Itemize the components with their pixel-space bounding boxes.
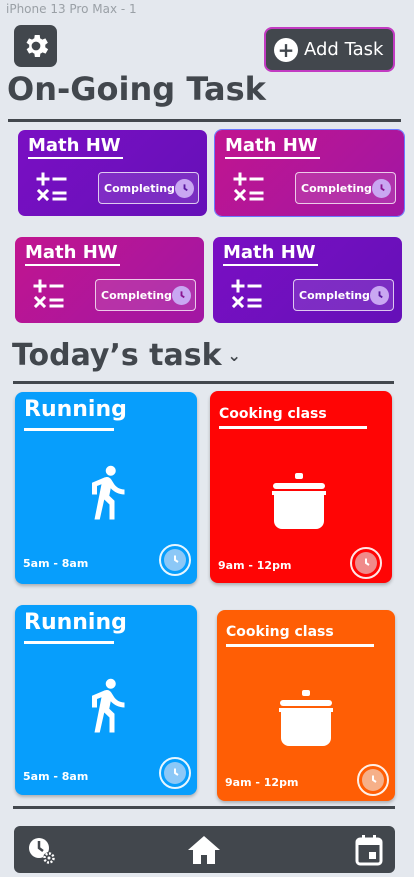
today-divider (13, 381, 394, 384)
nav-clock-settings[interactable] (24, 832, 60, 868)
math-operators-icon (233, 172, 264, 202)
task-time: 5am - 8am (23, 770, 89, 783)
task-time: 9am - 12pm (225, 776, 299, 789)
task-title: Running (24, 610, 127, 635)
ongoing-section-title: On-Going Task (7, 70, 266, 108)
chevron-down-icon: ⌄ (227, 346, 241, 365)
ongoing-divider (8, 119, 401, 122)
task-title: Cooking class (219, 406, 327, 422)
status-label: Completing (301, 181, 372, 195)
title-underline (225, 157, 320, 159)
task-title: Math HW (25, 242, 118, 263)
task-title: Math HW (223, 242, 316, 263)
status-label: Completing (104, 181, 175, 195)
math-operators-icon (36, 172, 67, 202)
task-title: Running (24, 397, 127, 422)
running-person-icon (92, 465, 125, 520)
add-task-label: Add Task (304, 39, 384, 60)
ongoing-task-card[interactable]: Math HW Completing (213, 237, 402, 323)
title-underline (24, 428, 114, 431)
clock-settings-icon (29, 838, 55, 864)
title-underline (226, 644, 374, 647)
clock-icon[interactable] (159, 757, 191, 789)
title-underline (24, 641, 114, 644)
today-task-card[interactable]: Cooking class 9am - 12pm (210, 391, 392, 583)
status-badge[interactable]: Completing (98, 172, 199, 204)
gear-icon (26, 35, 48, 57)
plus-circle-icon: + (274, 37, 298, 62)
math-operators-icon (231, 279, 262, 309)
task-title: Cooking class (226, 624, 334, 640)
task-time: 9am - 12pm (218, 559, 292, 572)
frame-label: iPhone 13 Pro Max - 1 (6, 2, 137, 16)
clock-icon[interactable] (350, 547, 382, 579)
today-task-card[interactable]: Running 5am - 8am (15, 605, 197, 795)
status-badge[interactable]: Completing (293, 279, 394, 311)
clock-icon[interactable] (357, 764, 389, 796)
task-time: 5am - 8am (23, 557, 89, 570)
clock-icon (370, 285, 389, 305)
clock-icon (372, 178, 391, 198)
task-title: Math HW (225, 135, 318, 156)
cooking-pot-icon (272, 473, 326, 529)
title-underline (219, 426, 367, 429)
nav-calendar[interactable] (351, 832, 387, 868)
clock-icon (175, 178, 194, 198)
bottom-divider (13, 806, 395, 809)
title-underline (28, 157, 123, 159)
today-title-label: Today’s task (12, 338, 222, 373)
ongoing-task-card[interactable]: Math HW Completing (18, 130, 207, 216)
running-person-icon (92, 678, 125, 733)
today-task-card[interactable]: Cooking class 9am - 12pm (217, 610, 395, 801)
home-icon (188, 836, 220, 864)
status-label: Completing (101, 288, 172, 302)
ongoing-task-card[interactable]: Math HW Completing (15, 237, 204, 323)
status-badge[interactable]: Completing (95, 279, 196, 311)
math-operators-icon (33, 279, 64, 309)
bottom-nav (14, 826, 395, 873)
task-title: Math HW (28, 135, 121, 156)
cooking-pot-icon (279, 690, 333, 746)
calendar-icon (355, 835, 383, 866)
nav-home[interactable] (186, 832, 222, 868)
clock-icon[interactable] (159, 544, 191, 576)
add-task-button[interactable]: + Add Task (264, 27, 395, 72)
today-section-title[interactable]: Today’s task ⌄ (12, 338, 241, 373)
today-task-card[interactable]: Running 5am - 8am (15, 392, 197, 584)
clock-icon (172, 285, 191, 305)
title-underline (25, 264, 120, 266)
title-underline (223, 264, 318, 266)
settings-button[interactable] (14, 25, 57, 67)
status-badge[interactable]: Completing (295, 172, 396, 204)
status-label: Completing (299, 288, 370, 302)
ongoing-task-card[interactable]: Math HW Completing (214, 129, 405, 217)
